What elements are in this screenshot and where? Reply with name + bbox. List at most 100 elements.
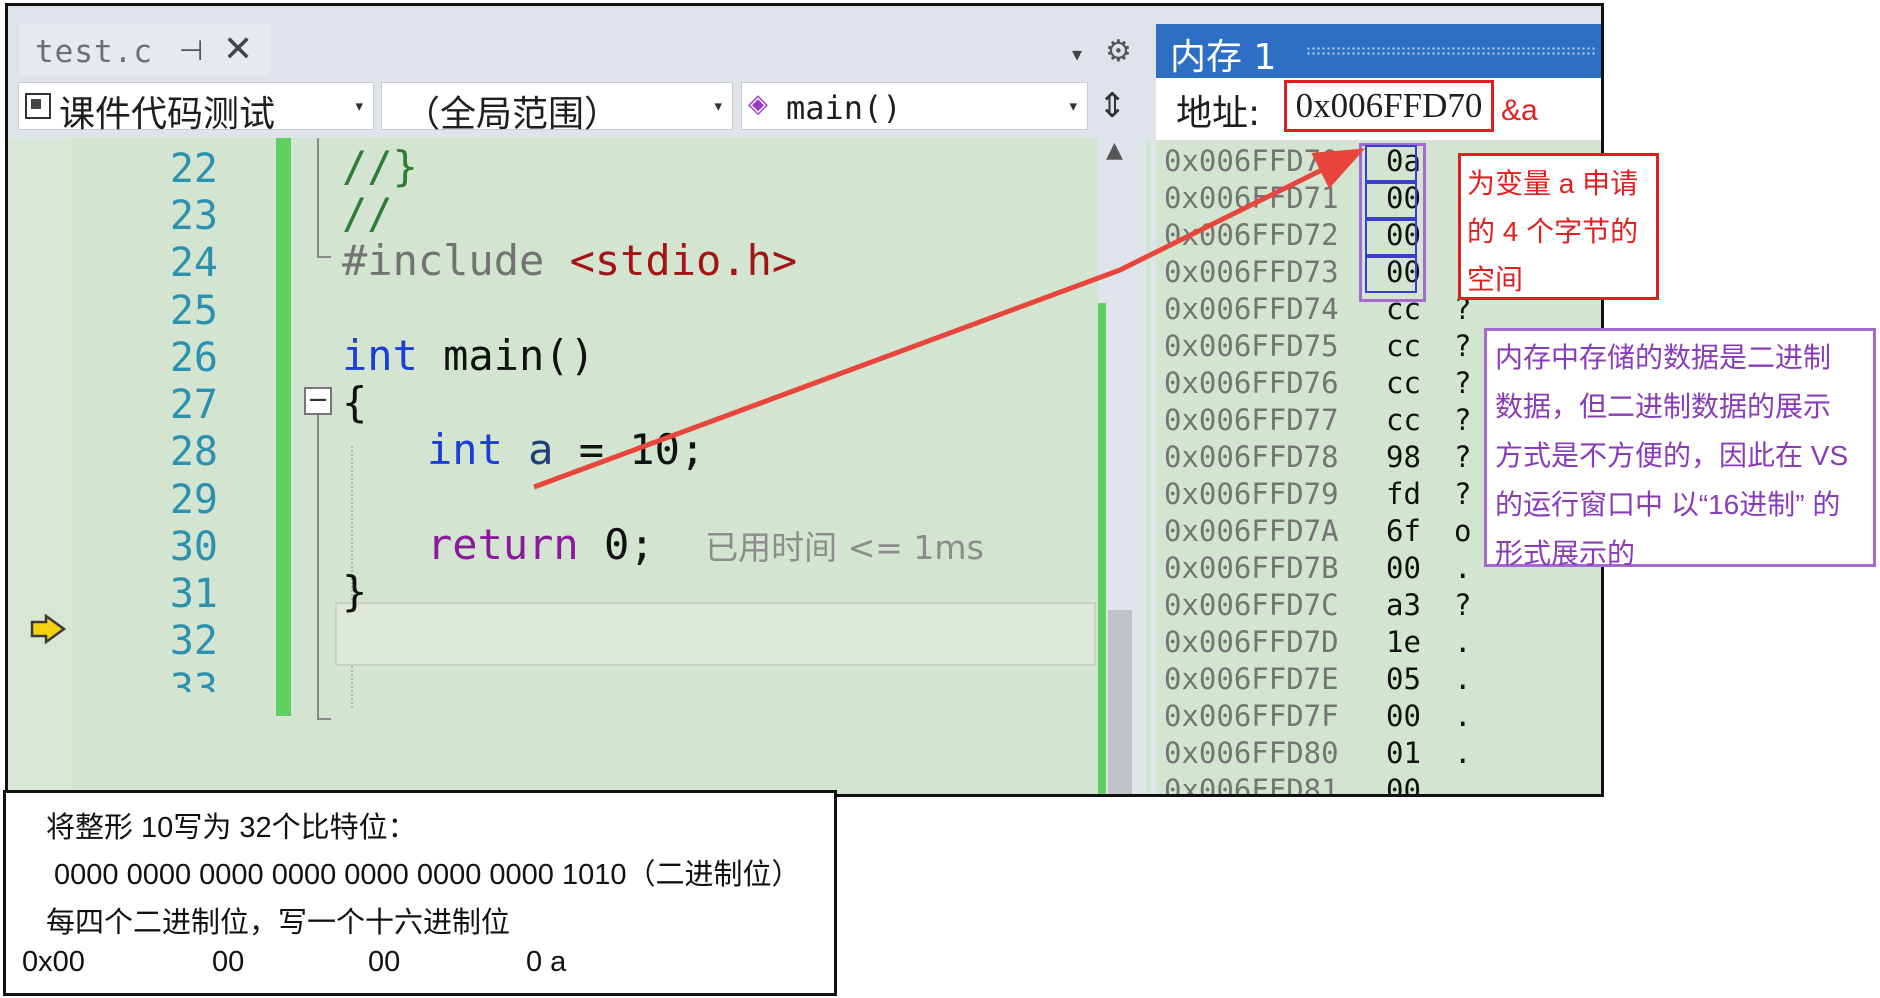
variable-a: a [502,425,554,474]
memory-address: 0x006FFD71 [1164,181,1339,215]
memory-row[interactable]: 0x006FFD7A 6f o [1164,514,1471,548]
function-dropdown[interactable]: ◈ main() ▾ [741,82,1088,130]
memory-row[interactable]: 0x006FFD7D 1e. [1164,625,1471,659]
memory-char: . [1454,625,1472,659]
glyph-margin[interactable] [8,138,72,794]
keyword: int [342,331,418,380]
line-number: 28 [169,429,218,475]
code-line-24[interactable]: #include <stdio.h> [342,236,797,285]
line-number: 32 [169,618,218,664]
memory-char: . [1454,736,1472,770]
line-number: 22 [169,146,218,192]
address-input[interactable]: 0x006FFD70 [1284,80,1494,132]
project-icon [25,93,51,119]
memory-byte[interactable]: 00 [1386,551,1421,585]
memory-row[interactable]: 0x006FFD7B 00. [1164,551,1471,585]
scrollbar-thumb[interactable] [1108,610,1132,794]
memory-row[interactable]: 0x006FFD7100. [1164,181,1471,215]
scroll-up-icon[interactable]: ▲ [1106,138,1123,163]
code-line-23[interactable]: // [342,189,393,238]
current-line-highlight [335,602,1096,666]
code-line-28[interactable]: int a = 10; [427,425,705,474]
code-line-26[interactable]: int main() [342,331,595,380]
memory-address: 0x006FFD81 [1164,773,1339,794]
pin-icon[interactable]: ⊣ [179,34,203,67]
memory-byte[interactable]: 1e [1386,625,1421,659]
memory-char: . [1454,551,1472,585]
memory-row[interactable]: 0x006FFD75 cc? [1164,329,1471,363]
line-number: 27 [169,382,218,428]
memory-address: 0x006FFD74 [1164,292,1339,326]
memory-char: ? [1454,403,1472,437]
code-line-30[interactable]: return 0; 已用时间 <= 1ms [427,520,984,569]
memory-row[interactable]: 0x006FFD74 cc? [1164,292,1471,326]
memory-byte[interactable]: a3 [1386,588,1421,622]
split-icon[interactable]: ⇕ [1098,86,1127,126]
code-editor[interactable]: 22 23 24 25 26 27 28 29 30 31 32 33 − //… [8,138,1151,794]
change-tracking-bar [276,138,291,716]
collapse-toggle[interactable]: − [304,387,332,415]
scrollbar-change-marker [1098,303,1106,794]
purple-annotation-text: 内存中存储的数据是二进制 数据，但二进制数据的展示 方式是不方便的，因此在 VS… [1495,333,1875,578]
line-number: 29 [169,477,218,523]
memory-row[interactable]: 0x006FFD80 01. [1164,736,1471,770]
memory-row[interactable]: 0x006FFD81 00 [1164,773,1421,794]
memory-row[interactable]: 0x006FFD7F 00. [1164,699,1471,733]
navigation-bar: 课件代码测试 ▾ （全局范围） ▾ ◈ main() ▾ ⇕ [8,78,1151,138]
memory-row[interactable]: 0x006FFD700a. [1164,144,1471,178]
scope-dropdown[interactable]: （全局范围） ▾ [381,82,733,135]
memory-byte[interactable]: cc [1386,366,1421,400]
memory-row[interactable]: 0x006FFD7200. [1164,218,1471,252]
memory-byte[interactable]: cc [1386,329,1421,363]
note-line: 每四个二进制位，写一个十六进制位 [46,907,511,939]
address-bar: 地址: 0x006FFD70 &a [1156,78,1601,140]
byte-highlight [1365,256,1417,293]
memory-byte[interactable]: fd [1386,477,1421,511]
keyword: return [427,520,579,569]
close-icon[interactable]: ✕ [223,29,253,70]
line-number: 25 [169,288,218,334]
hex-byte: 00 [368,946,401,978]
annotation-line: 内存中存储的数据是二进制 [1495,342,1832,373]
memory-row[interactable]: 0x006FFD77 cc? [1164,403,1471,437]
memory-char: . [1454,699,1472,733]
byte-highlight [1365,219,1417,256]
chevron-down-icon[interactable]: ▾ [1072,42,1082,66]
memory-byte[interactable]: 00 [1386,773,1421,794]
memory-byte[interactable]: 6f [1386,514,1421,548]
gear-icon[interactable]: ⚙ [1105,34,1132,69]
tab-test-c[interactable]: test.c ⊣ ✕ [19,24,270,76]
explanation-note: 将整形 10写为 32个比特位： 0000 0000 0000 0000 000… [3,790,837,996]
memory-address: 0x006FFD80 [1164,736,1339,770]
memory-char: ? [1454,329,1472,363]
memory-address: 0x006FFD70 [1164,144,1339,178]
code-line-22[interactable]: //} [342,142,418,191]
memory-row[interactable]: 0x006FFD78 98? [1164,440,1471,474]
hex-byte: 0 a [526,946,567,978]
memory-byte[interactable]: 05 [1386,662,1421,696]
line-number: 33 [169,666,218,692]
project-dropdown[interactable]: 课件代码测试 ▾ [18,82,374,135]
line-number: 31 [169,571,218,617]
red-annotation-text: 为变量 a 申请的 4 个字节的空间 [1467,168,1639,295]
memory-byte[interactable]: 01 [1386,736,1421,770]
preprocessor-directive: #include [342,236,570,285]
memory-char: ? [1454,477,1472,511]
memory-row[interactable]: 0x006FFD7C a3? [1164,588,1471,622]
memory-byte[interactable]: 98 [1386,440,1421,474]
memory-row[interactable]: 0x006FFD79 fd? [1164,477,1471,511]
memory-row[interactable]: 0x006FFD76 cc? [1164,366,1471,400]
memory-byte[interactable]: 00 [1386,699,1421,733]
memory-titlebar[interactable]: 内存 1 [1156,24,1601,78]
code-line-27[interactable]: { [342,378,367,427]
memory-address: 0x006FFD7B [1164,551,1339,585]
memory-byte[interactable]: cc [1386,403,1421,437]
memory-row[interactable]: 0x006FFD7E 05. [1164,662,1471,696]
memory-row[interactable]: 0x006FFD7300. [1164,255,1471,289]
code-line-31[interactable]: } [342,567,367,616]
red-annotation-box: 为变量 a 申请的 4 个字节的空间 [1458,153,1659,300]
memory-address: 0x006FFD72 [1164,218,1339,252]
outline-line [317,256,331,258]
memory-char: . [1454,662,1472,696]
project-name: 课件代码测试 [59,94,276,135]
